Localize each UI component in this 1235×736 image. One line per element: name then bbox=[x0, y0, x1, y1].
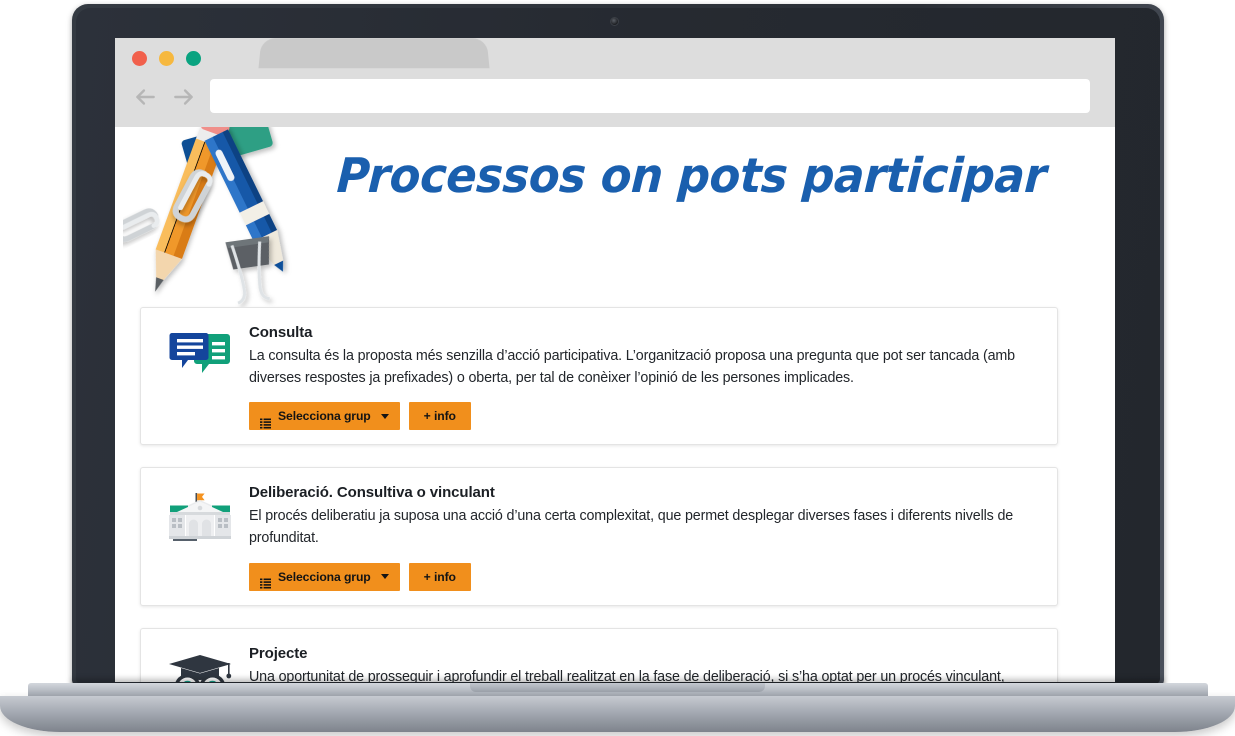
select-group-button[interactable]: Selecciona grup bbox=[249, 562, 400, 591]
forward-arrow-icon[interactable] bbox=[171, 84, 197, 110]
more-info-label: + info bbox=[423, 409, 456, 424]
close-window-icon[interactable] bbox=[132, 51, 147, 66]
process-card-consulta[interactable]: Consulta La consulta és la proposta més … bbox=[140, 307, 1058, 446]
laptop-base-lip bbox=[470, 683, 765, 692]
browser-window: Processos on pots participar Consulta La… bbox=[115, 38, 1115, 682]
process-card-projecte[interactable]: Projecte Una oportunitat de prosseguir i… bbox=[140, 627, 1058, 682]
webcam-icon bbox=[610, 17, 619, 26]
card-description: La consulta és la proposta més senzilla … bbox=[249, 348, 1015, 386]
more-info-button[interactable]: + info bbox=[408, 402, 471, 431]
card-body: Deliberació. Consultiva o vinculant El p… bbox=[243, 482, 1039, 591]
process-card-deliberacio[interactable]: Deliberació. Consultiva o vinculant El p… bbox=[140, 467, 1058, 606]
chevron-down-icon bbox=[380, 574, 389, 580]
minimize-window-icon[interactable] bbox=[159, 51, 174, 66]
address-bar-input[interactable] bbox=[210, 79, 1090, 113]
page-viewport: Processos on pots participar Consulta La… bbox=[115, 127, 1115, 682]
maximize-window-icon[interactable] bbox=[186, 51, 201, 66]
window-controls bbox=[132, 51, 201, 66]
card-actions: Selecciona grup + info bbox=[249, 402, 1039, 431]
hero-banner: Processos on pots participar bbox=[115, 127, 1115, 312]
select-group-label: Selecciona grup bbox=[278, 569, 371, 584]
card-body: Consulta La consulta és la proposta més … bbox=[243, 322, 1039, 431]
government-building-icon bbox=[157, 482, 243, 590]
select-group-button[interactable]: Selecciona grup bbox=[249, 402, 400, 431]
owl-graduation-cap-icon bbox=[157, 643, 243, 682]
list-icon bbox=[260, 411, 271, 429]
chevron-down-icon bbox=[380, 413, 389, 419]
card-title: Consulta bbox=[249, 324, 313, 341]
browser-chrome bbox=[115, 38, 1115, 127]
browser-tab[interactable] bbox=[258, 38, 490, 69]
select-group-label: Selecciona grup bbox=[278, 409, 371, 424]
more-info-label: + info bbox=[423, 569, 456, 584]
card-title: Deliberació. Consultiva o vinculant bbox=[249, 484, 495, 502]
card-title: Projecte bbox=[249, 644, 308, 662]
speech-bubbles-icon bbox=[157, 322, 243, 430]
back-arrow-icon[interactable] bbox=[132, 84, 158, 110]
more-info-button[interactable]: + info bbox=[408, 562, 471, 591]
card-actions: Selecciona grup + info bbox=[249, 562, 1039, 591]
page-title: Processos on pots participar bbox=[335, 147, 1048, 204]
stationery-illustration-icon bbox=[115, 127, 333, 316]
list-icon bbox=[260, 571, 271, 589]
card-description: El procés deliberatiu ja suposa una acci… bbox=[249, 508, 1014, 547]
laptop-mockup: Processos on pots participar Consulta La… bbox=[0, 0, 1235, 736]
process-cards-list: Consulta La consulta és la proposta més … bbox=[140, 307, 1083, 682]
laptop-foot bbox=[0, 696, 1235, 732]
card-body: Projecte Una oportunitat de prosseguir i… bbox=[243, 643, 1039, 682]
